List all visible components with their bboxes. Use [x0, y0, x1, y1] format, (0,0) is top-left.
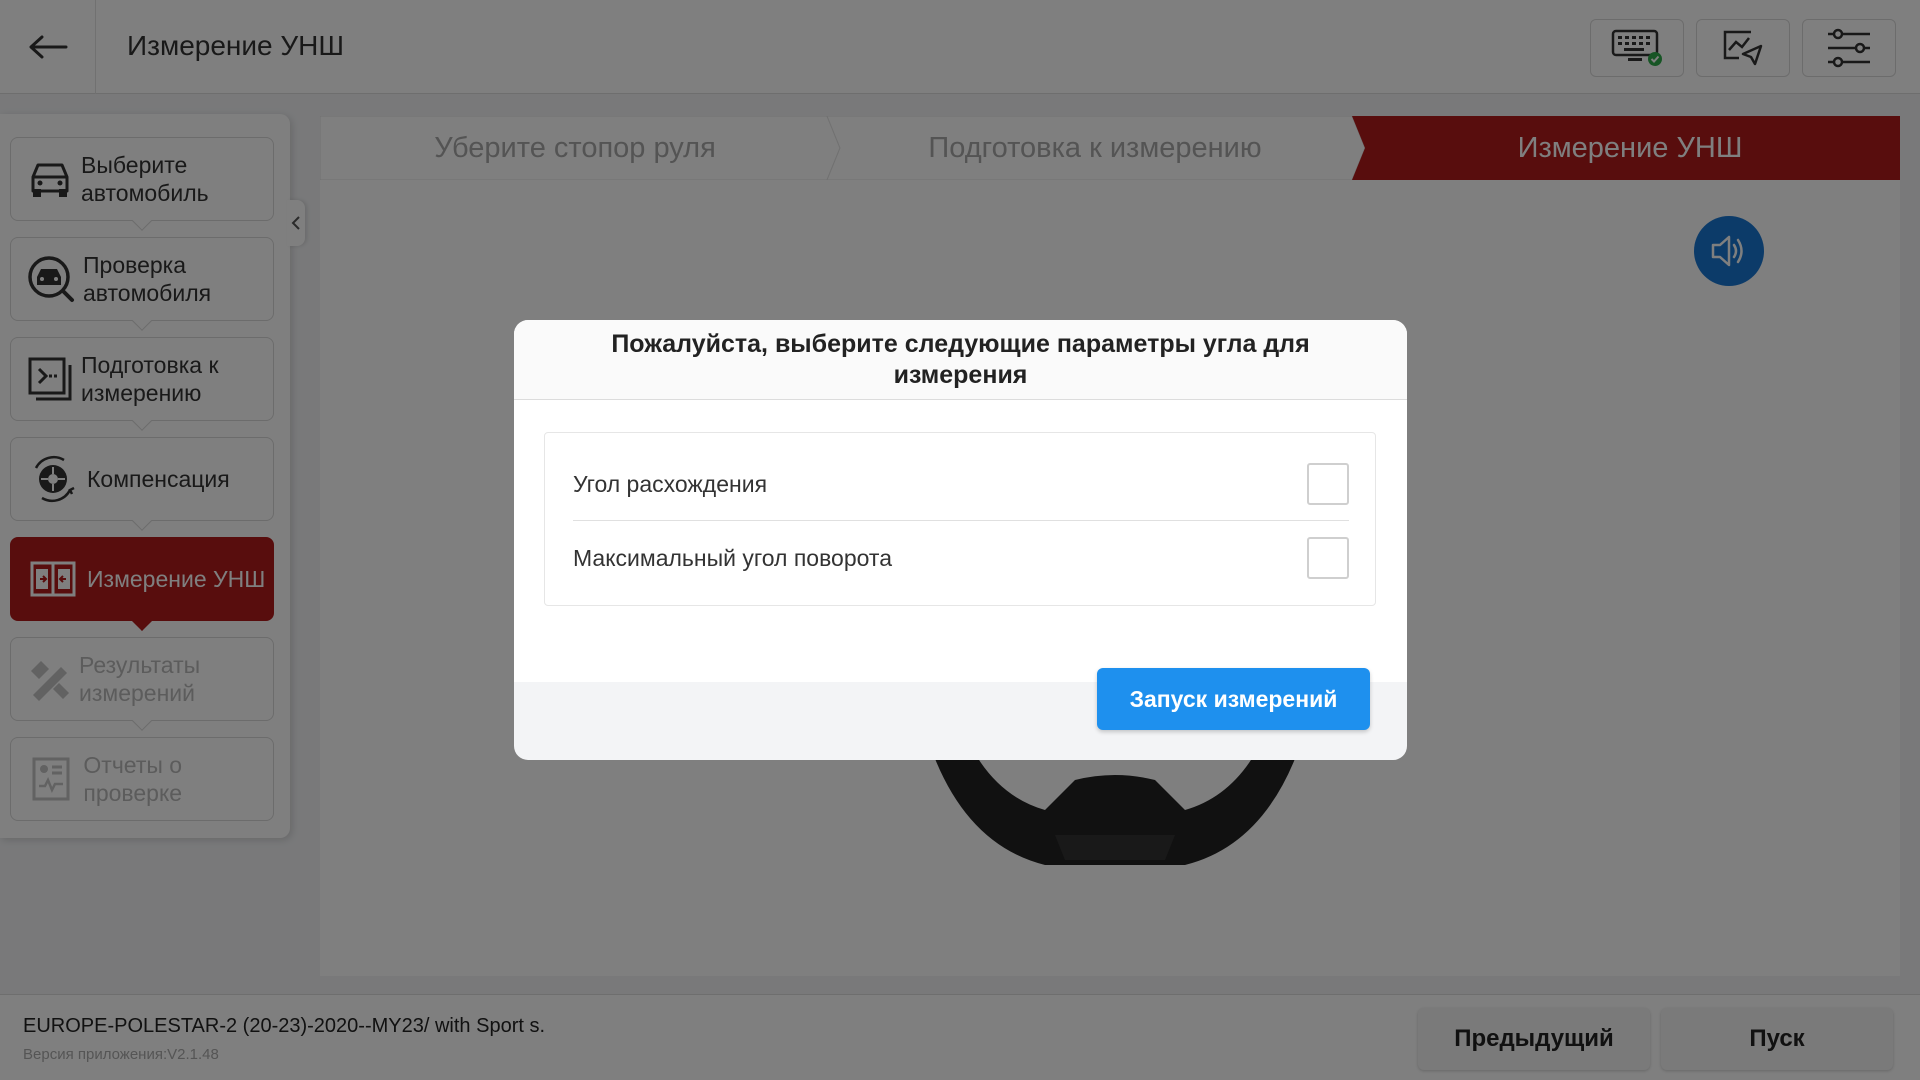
option-max-steering-angle[interactable]: Максимальный угол поворота	[573, 521, 1349, 595]
toe-angle-checkbox[interactable]	[1307, 463, 1349, 505]
max-steering-angle-checkbox[interactable]	[1307, 537, 1349, 579]
option-label: Угол расхождения	[573, 470, 768, 497]
angle-params-dialog: Пожалуйста, выберите следующие параметры…	[514, 320, 1407, 760]
dialog-title: Пожалуйста, выберите следующие параметры…	[514, 320, 1407, 400]
dialog-body: Угол расхождения Максимальный угол повор…	[514, 400, 1407, 682]
options-list: Угол расхождения Максимальный угол повор…	[544, 432, 1376, 606]
option-label: Максимальный угол поворота	[573, 544, 892, 571]
option-toe-angle[interactable]: Угол расхождения	[573, 447, 1349, 521]
start-measurement-button[interactable]: Запуск измерений	[1097, 668, 1370, 730]
